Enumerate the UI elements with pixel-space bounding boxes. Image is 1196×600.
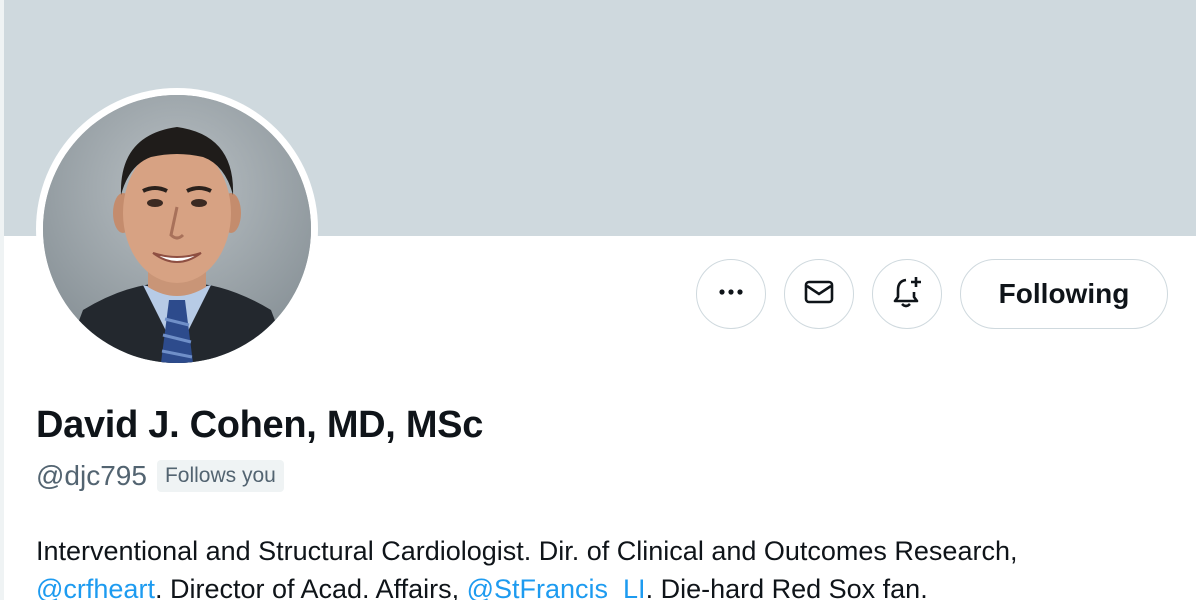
- mention-link[interactable]: @StFrancis_LI: [467, 574, 646, 600]
- following-button[interactable]: Following: [960, 259, 1168, 329]
- profile-actions: Following: [696, 259, 1168, 329]
- bio-text: . Director of Acad. Affairs,: [154, 574, 467, 600]
- handle-row: @djc795 Follows you: [36, 460, 284, 492]
- bio-text: . Die-hard Red Sox fan.: [645, 574, 928, 600]
- envelope-icon: [802, 275, 836, 314]
- more-horizontal-icon: [716, 277, 746, 312]
- notifications-button[interactable]: [872, 259, 942, 329]
- profile-bio: Interventional and Structural Cardiologi…: [36, 532, 1186, 600]
- bio-line-1: Interventional and Structural Cardiologi…: [36, 536, 1018, 566]
- bell-plus-icon: [889, 274, 925, 315]
- follows-you-badge: Follows you: [156, 460, 284, 492]
- profile-page: Following David J. Cohen, MD, MSc @djc79…: [0, 0, 1196, 600]
- bio-line-2: @crfheart. Director of Acad. Affairs, @S…: [36, 570, 1186, 600]
- user-handle: @djc795: [36, 460, 147, 491]
- avatar-photo: [43, 95, 311, 363]
- display-name: David J. Cohen, MD, MSc: [36, 404, 484, 446]
- message-button[interactable]: [784, 259, 854, 329]
- mention-link[interactable]: @crfheart: [36, 574, 155, 600]
- avatar[interactable]: [43, 95, 311, 363]
- more-button[interactable]: [696, 259, 766, 329]
